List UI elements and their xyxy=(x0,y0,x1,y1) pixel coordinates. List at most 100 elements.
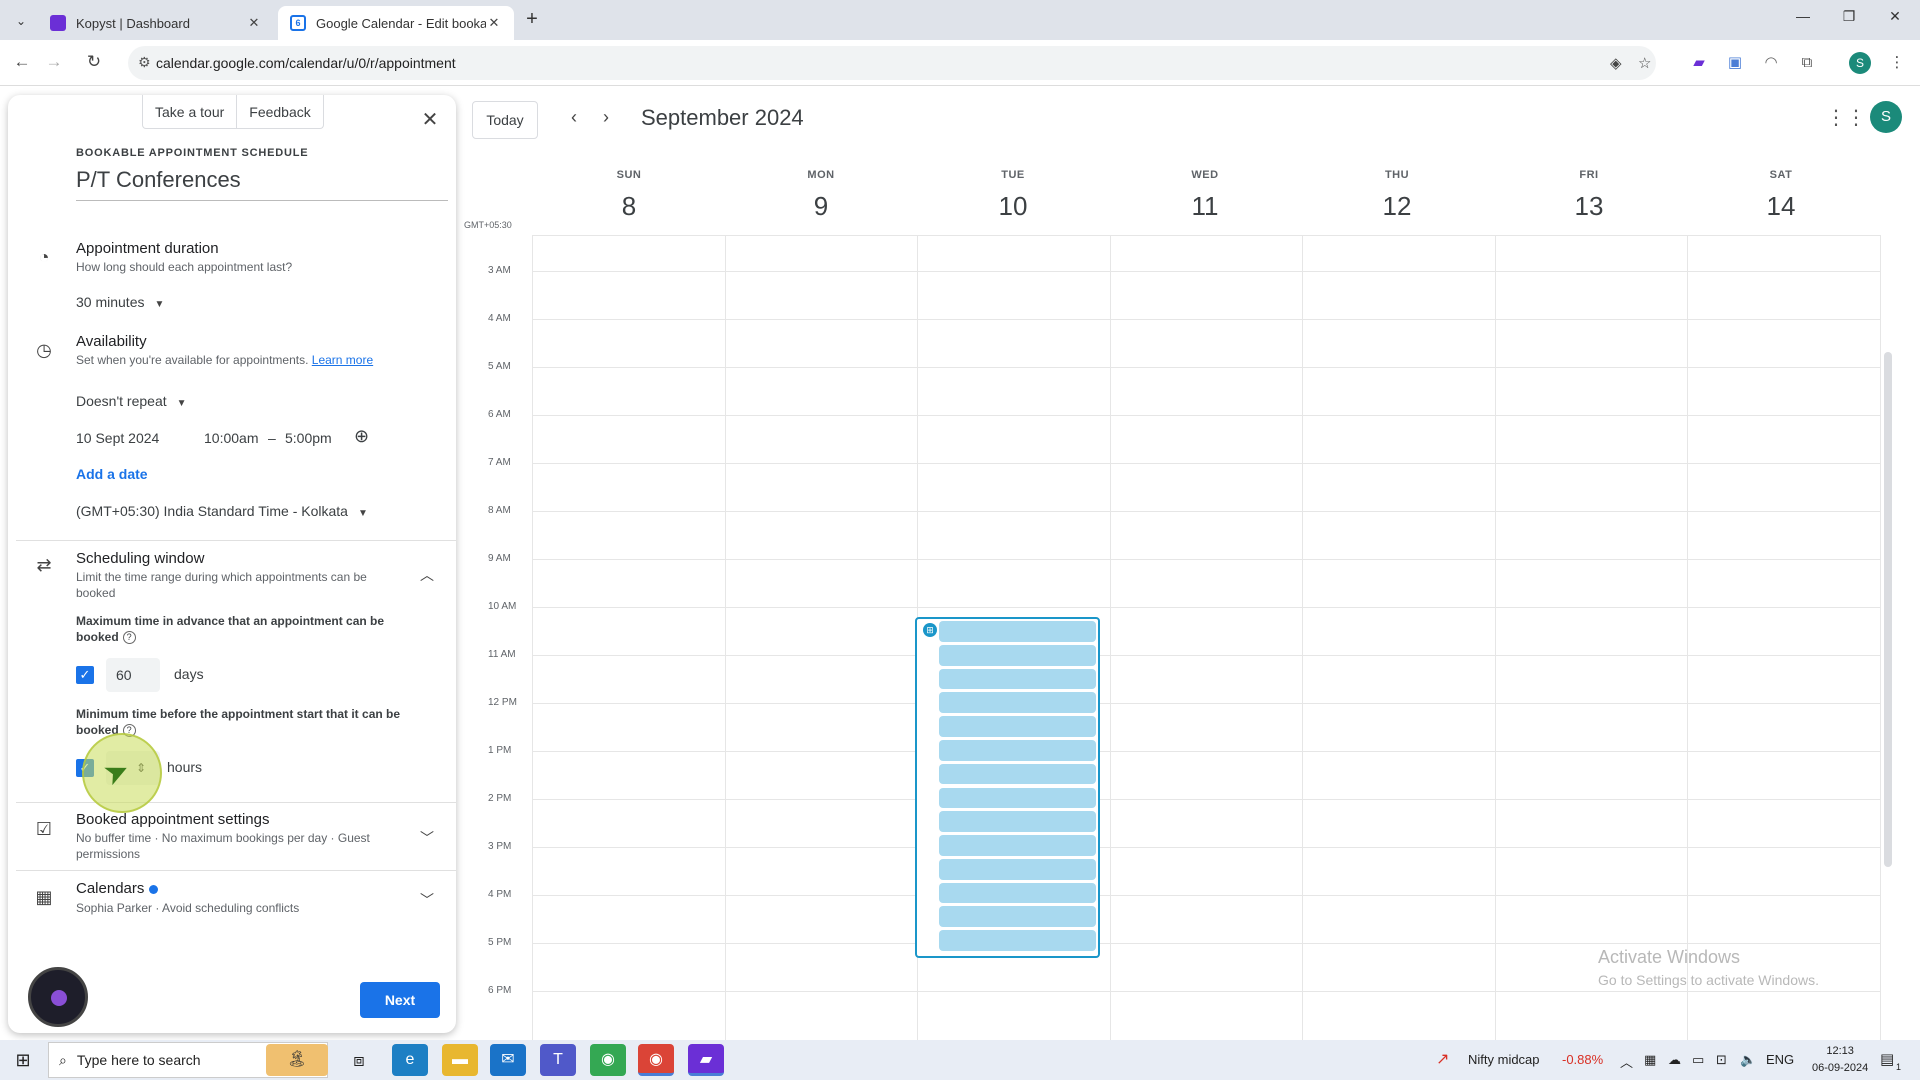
taskbar-clock[interactable]: 12:13 06-09-2024 xyxy=(1812,1043,1868,1077)
timezone-dropdown[interactable]: (GMT+05:30) India Standard Time - Kolkat… xyxy=(76,503,368,519)
window-close-icon[interactable]: ✕ xyxy=(1872,8,1918,25)
tray-teams-icon[interactable]: ▦ xyxy=(1644,1052,1656,1068)
appointment-slot[interactable] xyxy=(939,621,1096,642)
kopyst-extension-icon[interactable]: ▰ xyxy=(1688,52,1710,74)
bookmark-star-icon[interactable]: ☆ xyxy=(1638,54,1651,72)
appointment-slot[interactable] xyxy=(939,644,1096,666)
mail-icon[interactable]: ✉ xyxy=(490,1044,526,1076)
appointment-slot[interactable] xyxy=(939,882,1096,904)
appointment-slot[interactable] xyxy=(939,906,1096,928)
week-grid[interactable] xyxy=(532,235,1881,1040)
site-info-icon[interactable]: ⚙ xyxy=(138,54,151,71)
browser-menu-icon[interactable]: ⋮ xyxy=(1886,52,1908,74)
docs-extension-icon[interactable]: ▣ xyxy=(1724,52,1746,74)
max-advance-checkbox[interactable]: ✓ xyxy=(76,666,94,684)
appointment-slot[interactable] xyxy=(939,930,1096,951)
stock-name[interactable]: Nifty midcap xyxy=(1468,1052,1540,1067)
stock-change[interactable]: -0.88% xyxy=(1562,1052,1603,1067)
feedback-button[interactable]: Feedback xyxy=(237,95,322,128)
hour-line xyxy=(532,271,1880,272)
volume-icon[interactable]: 🔈 xyxy=(1740,1052,1756,1068)
hour-label: 9 AM xyxy=(488,553,511,564)
close-tab-icon[interactable]: ✕ xyxy=(246,15,262,31)
forward-arrow-icon[interactable]: → xyxy=(42,52,66,72)
appointment-slot[interactable] xyxy=(939,835,1096,856)
appointment-slot[interactable] xyxy=(939,716,1096,737)
new-tab-plus-icon[interactable]: + xyxy=(520,8,544,32)
availability-date[interactable]: 10 Sept 2024 xyxy=(76,430,159,446)
repeat-dropdown[interactable]: Doesn't repeat ▼ xyxy=(76,393,187,409)
address-bar[interactable]: ⚙ calendar.google.com/calendar/u/0/r/app… xyxy=(128,46,1656,80)
schedule-title-input[interactable]: P/T Conferences xyxy=(76,167,448,201)
extension-arc-icon[interactable]: ◠ xyxy=(1760,52,1782,74)
caret-down-icon: ▼ xyxy=(357,508,368,519)
next-button[interactable]: Next xyxy=(360,982,440,1018)
tab-search-chevron-icon[interactable]: ⌄ xyxy=(10,10,32,32)
repeat-value: Doesn't repeat xyxy=(76,393,167,409)
tab-google-calendar[interactable]: 6 Google Calendar - Edit bookab ✕ xyxy=(278,6,514,40)
day-header-wed[interactable]: WED 11 xyxy=(1109,169,1301,222)
day-header-sun[interactable]: SUN 8 xyxy=(533,169,725,222)
browser-profile-avatar[interactable]: S xyxy=(1849,52,1871,74)
appointment-slot[interactable] xyxy=(939,668,1096,690)
activate-windows-subtitle: Go to Settings to activate Windows. xyxy=(1598,972,1819,988)
collapse-chevron-up-icon[interactable]: ︿ xyxy=(420,565,434,585)
day-header-mon[interactable]: MON 9 xyxy=(725,169,917,222)
end-time[interactable]: 5:00pm xyxy=(285,430,332,446)
hour-line xyxy=(532,943,1880,944)
day-header-sat[interactable]: SAT 14 xyxy=(1685,169,1877,222)
windows-start-icon[interactable]: ⊞ xyxy=(8,1046,38,1074)
appointment-slot[interactable] xyxy=(939,763,1096,785)
start-time[interactable]: 10:00am xyxy=(204,430,258,446)
kopyst-app-icon[interactable]: ▰ xyxy=(688,1044,724,1076)
close-tab-icon[interactable]: ✕ xyxy=(486,15,502,31)
close-panel-icon[interactable]: ✕ xyxy=(418,107,442,132)
next-week-icon[interactable]: › xyxy=(594,107,618,128)
appointment-slot[interactable] xyxy=(939,787,1096,809)
take-a-tour-button[interactable]: Take a tour xyxy=(143,95,238,128)
password-key-icon[interactable]: ◈ xyxy=(1610,54,1622,72)
hour-label: 5 PM xyxy=(488,937,512,948)
chrome-profile-icon[interactable]: ◉ xyxy=(590,1044,626,1076)
expand-chevron-down-icon[interactable]: ﹀ xyxy=(420,828,434,848)
day-header-thu[interactable]: THU 12 xyxy=(1301,169,1493,222)
stock-chart-icon[interactable]: ↗ xyxy=(1436,1049,1449,1069)
restore-icon[interactable]: ❐ xyxy=(1826,8,1872,25)
add-time-plus-icon[interactable]: ⊕ xyxy=(354,426,369,447)
day-header-fri[interactable]: FRI 13 xyxy=(1493,169,1685,222)
help-icon[interactable]: ? xyxy=(122,631,136,645)
availability-block[interactable]: ⊞ xyxy=(915,617,1100,958)
onedrive-cloud-icon[interactable]: ☁ xyxy=(1668,1052,1681,1068)
calendar-scrollbar[interactable] xyxy=(1884,352,1892,867)
expand-chevron-down-icon[interactable]: ﹀ xyxy=(420,890,434,910)
account-avatar[interactable]: S xyxy=(1870,101,1902,133)
duration-dropdown[interactable]: 30 minutes ▼ xyxy=(76,294,164,310)
language-indicator[interactable]: ENG xyxy=(1766,1052,1794,1067)
prev-week-icon[interactable]: ‹ xyxy=(562,107,586,128)
chrome-icon[interactable]: ◉ xyxy=(638,1044,674,1076)
appointment-slot[interactable] xyxy=(939,858,1096,880)
extensions-puzzle-icon[interactable]: ⧉ xyxy=(1796,52,1818,74)
tab-kopyst[interactable]: Kopyst | Dashboard ✕ xyxy=(38,6,274,40)
appointment-slot[interactable] xyxy=(939,739,1096,761)
search-highlight-image[interactable]: 🏝 xyxy=(266,1044,328,1076)
network-icon[interactable]: ⊡ xyxy=(1716,1052,1727,1068)
appointment-slot[interactable] xyxy=(939,692,1096,714)
learn-more-link[interactable]: Learn more xyxy=(312,353,373,367)
tray-app-icon[interactable]: ▭ xyxy=(1692,1052,1704,1068)
file-explorer-icon[interactable]: ▬ xyxy=(442,1044,478,1076)
task-view-icon[interactable]: ⧈ xyxy=(344,1046,374,1074)
back-arrow-icon[interactable]: ← xyxy=(10,52,34,72)
edge-icon[interactable]: e xyxy=(392,1044,428,1076)
teams-icon[interactable]: T xyxy=(540,1044,576,1076)
day-header-tue[interactable]: TUE 10 xyxy=(917,169,1109,222)
today-button[interactable]: Today xyxy=(472,101,538,139)
add-a-date-link[interactable]: Add a date xyxy=(76,466,148,482)
minimize-icon[interactable]: — xyxy=(1780,8,1826,24)
appointment-slot[interactable] xyxy=(939,811,1096,833)
notification-icon[interactable]: ▤ xyxy=(1880,1050,1894,1068)
recorder-button[interactable] xyxy=(28,967,88,1027)
max-advance-days-input[interactable]: 60 xyxy=(106,658,160,692)
tray-chevron-up-icon[interactable]: ︿ xyxy=(1620,1052,1633,1071)
reload-icon[interactable]: ↻ xyxy=(82,52,106,72)
